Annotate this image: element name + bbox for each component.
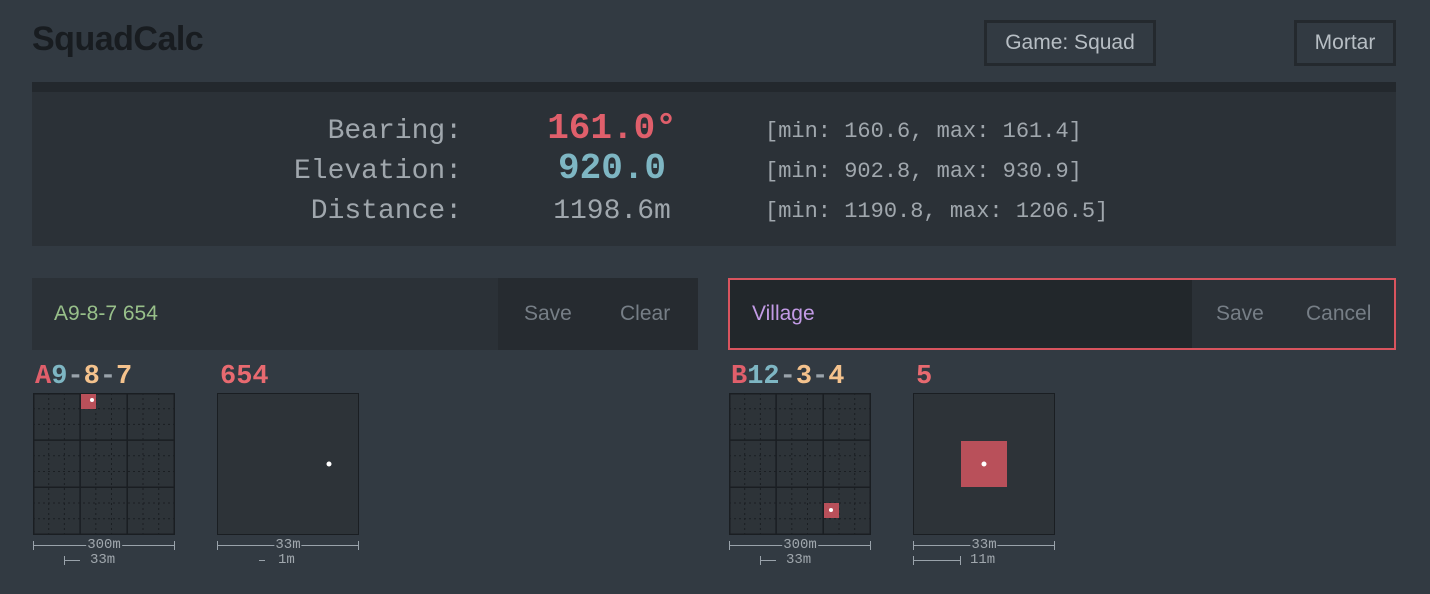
target-subkeypad-grid <box>913 393 1055 535</box>
mortar-keypad-marker <box>81 394 96 409</box>
mortar-input[interactable]: A9-8-7 654 <box>32 278 498 350</box>
target-keypad-scale-bottom: 33m <box>785 552 813 568</box>
target-keypad-scale: 300m 33m <box>729 537 871 571</box>
mortar-coord-number: 9 <box>51 362 68 392</box>
app-title: SquadCalc <box>32 20 204 58</box>
target-subkeypad-scale: 33m 11m <box>913 537 1055 571</box>
mortar-coord-kp2: 7 <box>116 362 133 392</box>
mortar-keypad-scale-bottom: 33m <box>89 552 117 568</box>
mortar-subkeypad-scale-bottom: 1m <box>277 552 296 568</box>
distance-row: Distance: 1198.6m [min: 1190.8, max: 120… <box>32 196 1396 236</box>
target-coord-kp2: 4 <box>828 362 845 392</box>
distance-range: [min: 1190.8, max: 1206.5] <box>765 199 1109 224</box>
target-subkeypad-scale-top: 33m <box>970 537 998 553</box>
mortar-keypad-scale: 300m 33m <box>33 537 175 571</box>
target-coord-number: 12 <box>747 362 780 392</box>
weapon-select-button[interactable]: Mortar <box>1294 20 1396 66</box>
target-input[interactable]: Village <box>730 280 1194 348</box>
bearing-range: [min: 160.6, max: 161.4] <box>765 119 1082 144</box>
bearing-row: Bearing: 161.0° [min: 160.6, max: 161.4] <box>32 108 1396 156</box>
target-subkeypad-scale-bottom: 11m <box>969 552 997 568</box>
mortar-save-button[interactable]: Save <box>524 302 572 326</box>
target-sub-coord: 5 <box>916 362 933 392</box>
mortar-keypad-grid <box>33 393 175 535</box>
target-save-button[interactable]: Save <box>1216 302 1264 326</box>
results-panel: Bearing: 161.0° [min: 160.6, max: 161.4]… <box>32 82 1396 246</box>
elevation-row: Elevation: 920.0 [min: 902.8, max: 930.9… <box>32 148 1396 196</box>
mortar-subkeypad-scale-top: 33m <box>274 537 302 553</box>
mortar-keypad-scale-top: 300m <box>86 537 122 553</box>
mortar-grid-coord: A9-8-7 <box>35 362 133 392</box>
elevation-value: 920.0 <box>557 148 667 189</box>
target-coord-letter: B <box>731 362 748 392</box>
elevation-range: [min: 902.8, max: 930.9] <box>765 159 1082 184</box>
target-keypad-grid <box>729 393 871 535</box>
mortar-sub-coord: 654 <box>220 362 269 392</box>
bearing-label: Bearing: <box>327 116 462 147</box>
mortar-subkeypad-scale: 33m 1m <box>217 537 359 571</box>
mortar-coord-kp1: 8 <box>83 362 100 392</box>
mortar-coord-letter: A <box>35 362 52 392</box>
bearing-value: 161.0° <box>547 108 677 149</box>
mortar-position-dot <box>326 461 331 466</box>
mortar-subkeypad-grid <box>217 393 359 535</box>
game-select-button[interactable]: Game: Squad <box>984 20 1156 66</box>
mortar-clear-button[interactable]: Clear <box>620 302 670 326</box>
target-input-box: Village Save Cancel <box>728 278 1396 350</box>
target-grid-coord: B12-3-4 <box>731 362 845 392</box>
target-coord-kp1: 3 <box>795 362 813 392</box>
distance-value: 1198.6m <box>553 196 671 227</box>
mortar-input-box: A9-8-7 654 Save Clear <box>32 278 698 350</box>
target-keypad-scale-top: 300m <box>782 537 818 553</box>
elevation-label: Elevation: <box>293 156 462 187</box>
distance-label: Distance: <box>310 196 462 227</box>
target-position-dot <box>981 461 986 466</box>
target-cancel-button[interactable]: Cancel <box>1306 302 1371 326</box>
